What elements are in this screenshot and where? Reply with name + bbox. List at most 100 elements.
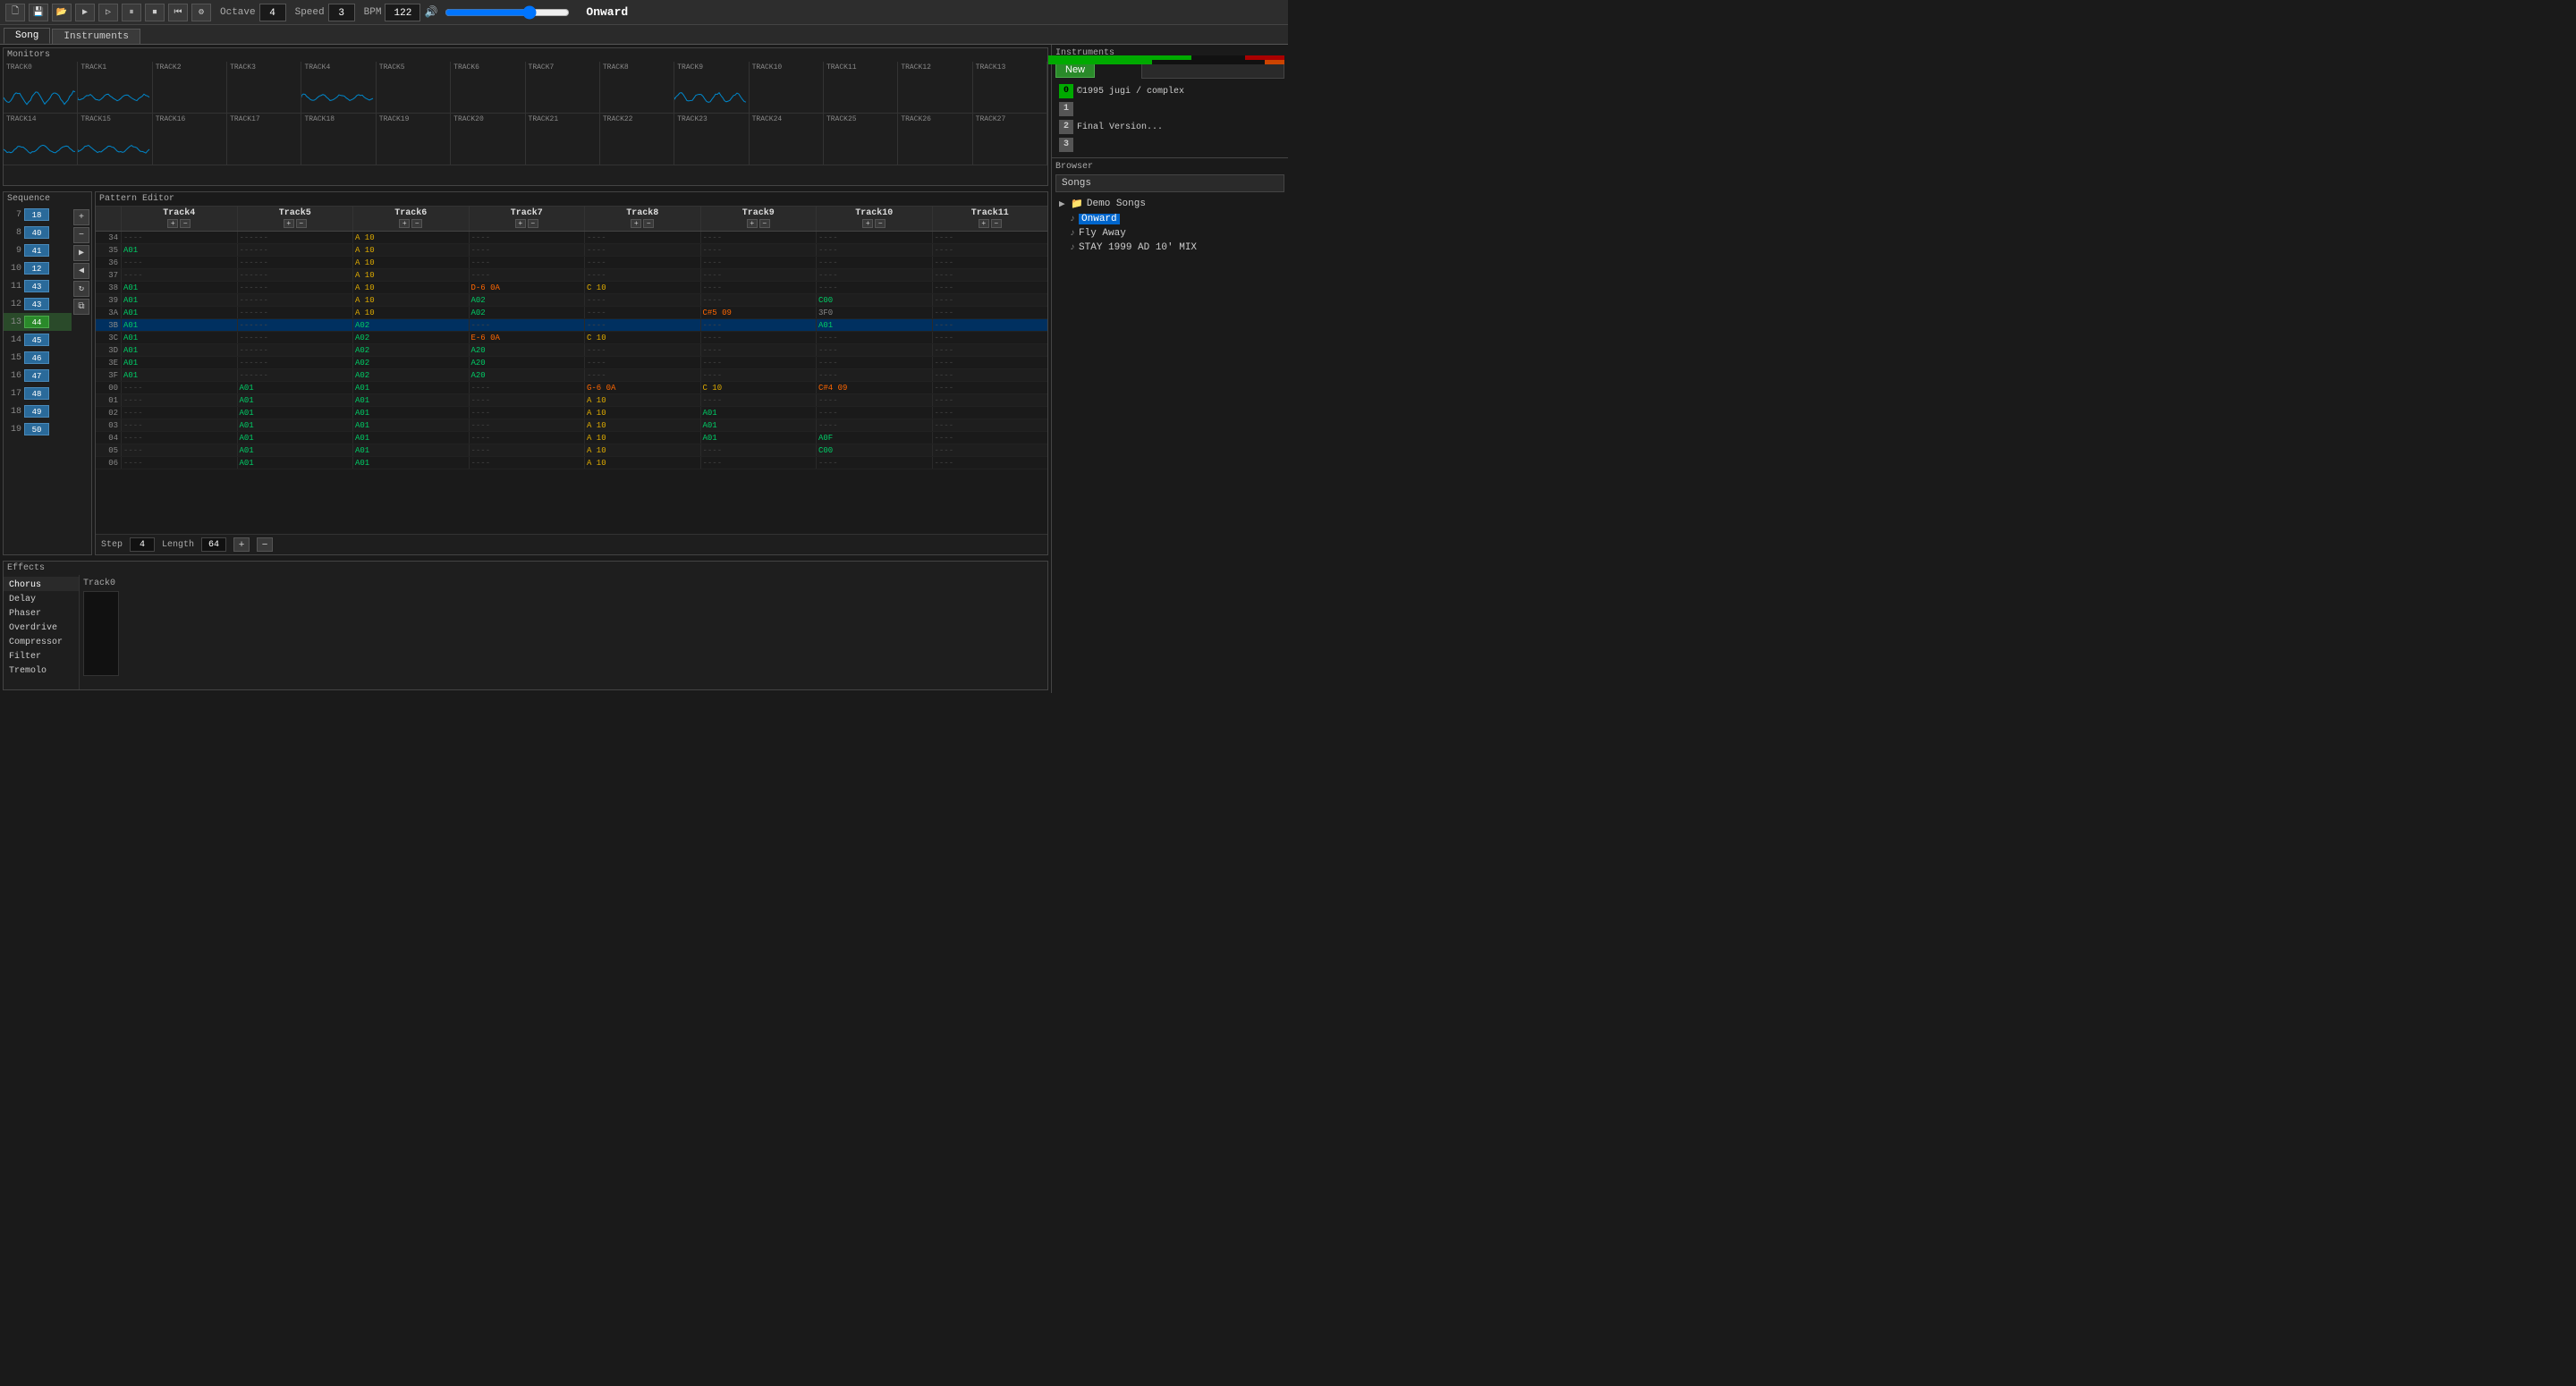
- pe-cell-39-3[interactable]: A02: [469, 294, 585, 306]
- pe-cell-03-1[interactable]: A01: [237, 419, 353, 431]
- seq-loop-btn[interactable]: ↻: [73, 281, 89, 297]
- seq-row-14[interactable]: 14 45: [4, 331, 72, 349]
- pe-cell-00-5[interactable]: C 10: [700, 382, 817, 393]
- pe-cell-01-6[interactable]: ----: [816, 394, 932, 406]
- step-value[interactable]: 4: [130, 537, 155, 552]
- pe-row-38[interactable]: 38A01------A 10D-6 0AC 10------------: [96, 282, 1047, 294]
- seq-copy-btn[interactable]: ⧉: [73, 299, 89, 315]
- pe-cell-3F-3[interactable]: A20: [469, 369, 585, 381]
- browser-folder[interactable]: ▶ 📁 Demo Songs: [1055, 196, 1284, 212]
- pe-cell-3F-1[interactable]: ------: [237, 369, 353, 381]
- pe-cell-3D-7[interactable]: ----: [932, 344, 1048, 356]
- track-plus-5[interactable]: +: [747, 219, 758, 228]
- pe-cell-05-4[interactable]: A 10: [584, 444, 700, 456]
- pe-cell-39-6[interactable]: C00: [816, 294, 932, 306]
- pe-cell-06-1[interactable]: A01: [237, 457, 353, 469]
- pe-cell-02-6[interactable]: ----: [816, 407, 932, 418]
- pe-cell-01-4[interactable]: A 10: [584, 394, 700, 406]
- pe-cell-3E-0[interactable]: A01: [121, 357, 237, 368]
- pe-cell-00-1[interactable]: A01: [237, 382, 353, 393]
- pe-cell-38-2[interactable]: A 10: [352, 282, 469, 293]
- pe-row-03[interactable]: 03----A01A01----A 10A01--------: [96, 419, 1047, 432]
- pe-cell-34-6[interactable]: ----: [816, 232, 932, 243]
- pe-cell-3A-3[interactable]: A02: [469, 307, 585, 318]
- seq-row-12[interactable]: 12 43: [4, 295, 72, 313]
- bpm-value[interactable]: 122: [385, 4, 420, 21]
- pe-cell-3B-1[interactable]: ------: [237, 319, 353, 331]
- pe-cell-05-7[interactable]: ----: [932, 444, 1048, 456]
- seq-row-13[interactable]: 13 44: [4, 313, 72, 331]
- pe-cell-34-1[interactable]: ------: [237, 232, 353, 243]
- stop-btn[interactable]: ⏹: [145, 4, 165, 21]
- speed-value[interactable]: 3: [328, 4, 355, 21]
- tab-instruments[interactable]: Instruments: [52, 29, 140, 44]
- pe-cell-06-2[interactable]: A01: [352, 457, 469, 469]
- pe-cell-38-3[interactable]: D-6 0A: [469, 282, 585, 293]
- pe-cell-3A-0[interactable]: A01: [121, 307, 237, 318]
- pe-row-04[interactable]: 04----A01A01----A 10A01A0F----: [96, 432, 1047, 444]
- pe-cell-3B-7[interactable]: ----: [932, 319, 1048, 331]
- pe-row-06[interactable]: 06----A01A01----A 10------------: [96, 457, 1047, 469]
- pe-cell-02-2[interactable]: A01: [352, 407, 469, 418]
- pe-cell-02-4[interactable]: A 10: [584, 407, 700, 418]
- pe-cell-3E-2[interactable]: A02: [352, 357, 469, 368]
- pe-cell-03-2[interactable]: A01: [352, 419, 469, 431]
- pe-cell-03-6[interactable]: ----: [816, 419, 932, 431]
- pe-cell-03-3[interactable]: ----: [469, 419, 585, 431]
- seq-btn-16[interactable]: 47: [24, 369, 49, 382]
- pe-cell-3C-0[interactable]: A01: [121, 332, 237, 343]
- pe-cell-35-3[interactable]: ----: [469, 244, 585, 256]
- browser-song-onward[interactable]: ♪ Onward: [1055, 212, 1284, 226]
- pe-cell-3C-1[interactable]: ------: [237, 332, 353, 343]
- pe-cell-34-3[interactable]: ----: [469, 232, 585, 243]
- effect-item-chorus[interactable]: Chorus: [4, 577, 79, 591]
- seq-remove-btn[interactable]: −: [73, 227, 89, 243]
- pe-cell-3F-5[interactable]: ----: [700, 369, 817, 381]
- pe-cell-3A-2[interactable]: A 10: [352, 307, 469, 318]
- pe-row-3F[interactable]: 3FA01------A02A20----------------: [96, 369, 1047, 382]
- pe-cell-35-2[interactable]: A 10: [352, 244, 469, 256]
- pe-cell-3C-5[interactable]: ----: [700, 332, 817, 343]
- pe-cell-37-3[interactable]: ----: [469, 269, 585, 281]
- pe-cell-36-1[interactable]: ------: [237, 257, 353, 268]
- browser-song-stay-1999-ad-10'-mix[interactable]: ♪ STAY 1999 AD 10' MIX: [1055, 241, 1284, 255]
- pe-cell-38-5[interactable]: ----: [700, 282, 817, 293]
- pe-cell-37-1[interactable]: ------: [237, 269, 353, 281]
- pe-cell-3C-6[interactable]: ----: [816, 332, 932, 343]
- pe-cell-38-4[interactable]: C 10: [584, 282, 700, 293]
- seq-btn-9[interactable]: 41: [24, 244, 49, 257]
- pe-cell-36-4[interactable]: ----: [584, 257, 700, 268]
- effect-item-delay[interactable]: Delay: [4, 591, 79, 605]
- seq-btn-11[interactable]: 43: [24, 280, 49, 292]
- pe-cell-34-2[interactable]: A 10: [352, 232, 469, 243]
- seq-row-11[interactable]: 11 43: [4, 277, 72, 295]
- pe-cell-3E-4[interactable]: ----: [584, 357, 700, 368]
- pe-cell-01-0[interactable]: ----: [121, 394, 237, 406]
- track-plus-2[interactable]: +: [399, 219, 410, 228]
- pe-cell-34-7[interactable]: ----: [932, 232, 1048, 243]
- pe-cell-39-2[interactable]: A 10: [352, 294, 469, 306]
- pe-cell-3E-3[interactable]: A20: [469, 357, 585, 368]
- pe-cell-05-1[interactable]: A01: [237, 444, 353, 456]
- seq-row-17[interactable]: 17 48: [4, 385, 72, 402]
- track-plus-7[interactable]: +: [979, 219, 989, 228]
- seq-btn-15[interactable]: 46: [24, 351, 49, 364]
- pe-row-3E[interactable]: 3EA01------A02A20----------------: [96, 357, 1047, 369]
- effect-item-overdrive[interactable]: Overdrive: [4, 620, 79, 634]
- pe-cell-04-3[interactable]: ----: [469, 432, 585, 444]
- config-btn[interactable]: ⚙: [191, 4, 211, 21]
- pe-cell-3E-1[interactable]: ------: [237, 357, 353, 368]
- pe-row-01[interactable]: 01----A01A01----A 10------------: [96, 394, 1047, 407]
- effect-item-filter[interactable]: Filter: [4, 648, 79, 663]
- pe-row-05[interactable]: 05----A01A01----A 10----C00----: [96, 444, 1047, 457]
- seq-btn-18[interactable]: 49: [24, 405, 49, 418]
- pe-cell-00-6[interactable]: C#4 09: [816, 382, 932, 393]
- pe-cell-3C-2[interactable]: A02: [352, 332, 469, 343]
- pe-cell-36-0[interactable]: ----: [121, 257, 237, 268]
- track-minus-6[interactable]: −: [875, 219, 886, 228]
- pe-cell-37-0[interactable]: ----: [121, 269, 237, 281]
- pe-cell-3B-2[interactable]: A02: [352, 319, 469, 331]
- pe-cell-00-2[interactable]: A01: [352, 382, 469, 393]
- new-file-btn[interactable]: 🗋: [5, 4, 25, 21]
- pe-cell-3A-6[interactable]: 3F0: [816, 307, 932, 318]
